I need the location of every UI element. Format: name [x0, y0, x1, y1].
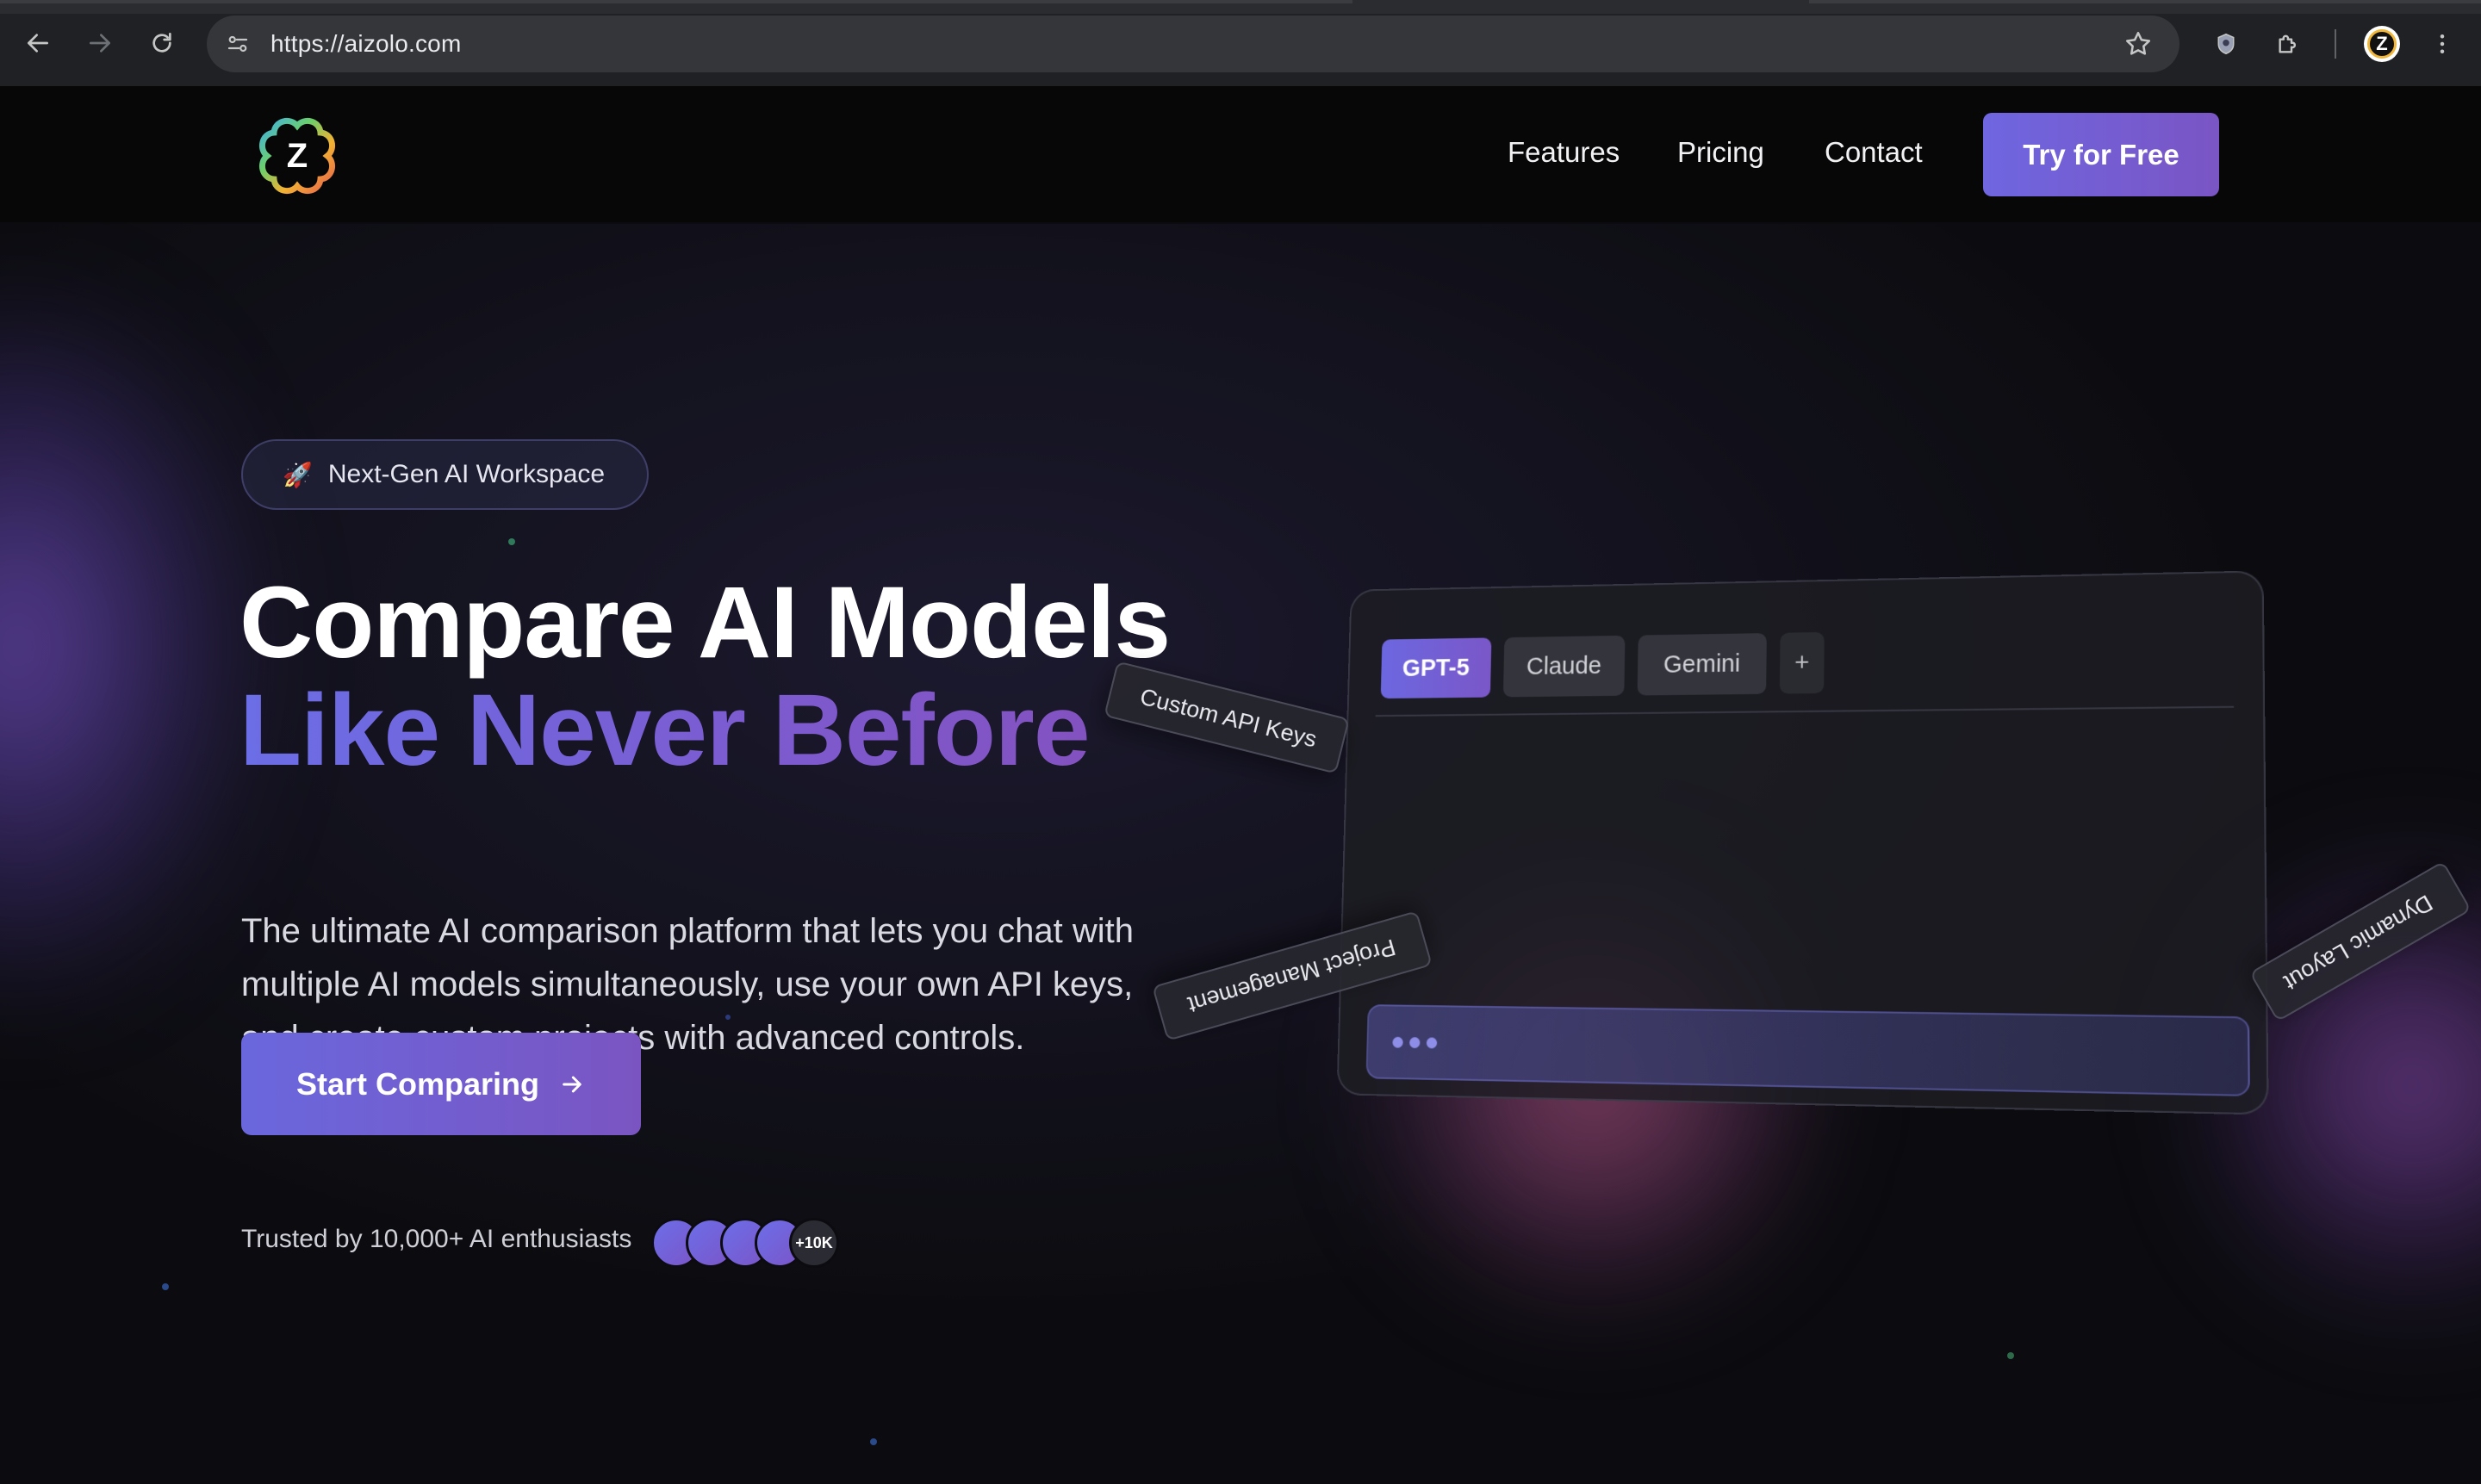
browser-menu-button[interactable] — [2429, 24, 2455, 64]
reload-icon — [152, 33, 171, 53]
sparkle — [508, 538, 515, 545]
add-tab-button[interactable]: + — [1779, 631, 1825, 694]
description-line: multiple AI models simultaneously, use y… — [241, 966, 1134, 1003]
chat-input-mock — [1365, 1004, 2250, 1097]
badge-text: Next-Gen AI Workspace — [327, 460, 606, 488]
more-vertical-icon — [2440, 34, 2445, 53]
profile-avatar[interactable]: Z — [2364, 26, 2400, 62]
start-comparing-button[interactable]: Start Comparing — [241, 1033, 641, 1135]
reload-button[interactable] — [145, 26, 179, 60]
trusted-text: Trusted by 10,000+ AI enthusiasts — [241, 1225, 632, 1253]
arrow-right-icon — [90, 34, 110, 53]
card-divider — [1375, 705, 2235, 717]
site-info-button[interactable] — [217, 23, 258, 65]
shield-icon — [2217, 33, 2235, 55]
nav-features[interactable]: Features — [1508, 136, 1620, 169]
hero-title-line2: Like Never Before — [239, 674, 1090, 787]
site-header: Z Features Pricing Contact Try for Free — [0, 86, 2481, 222]
logo-letter: Z — [287, 137, 308, 175]
aizolo-logo-icon[interactable]: Z — [258, 117, 336, 195]
hero-title-line1: Compare AI Models — [239, 566, 1171, 680]
sparkle — [162, 1283, 169, 1290]
start-comparing-label: Start Comparing — [295, 1065, 540, 1102]
address-bar[interactable]: https://aizolo.com — [207, 16, 2179, 72]
extensions-button[interactable] — [2271, 24, 2305, 64]
arrow-right-icon — [563, 1076, 581, 1092]
nav-pricing[interactable]: Pricing — [1677, 136, 1764, 169]
tab-gemini[interactable]: Gemini — [1637, 633, 1767, 696]
page: Z Features Pricing Contact Try for Free … — [0, 86, 2481, 1484]
profile-initial: Z — [2367, 29, 2397, 59]
rocket-icon: 🚀 — [283, 461, 313, 488]
tab-strip — [0, 0, 2481, 14]
toolbar-separator — [2335, 29, 2336, 59]
sparkle — [870, 1438, 877, 1445]
sparkle — [2007, 1352, 2014, 1359]
tab-strip-segment — [1809, 0, 2481, 3]
arrow-left-icon — [28, 34, 48, 53]
url-text[interactable]: https://aizolo.com — [270, 30, 461, 58]
tab-gpt5[interactable]: GPT-5 — [1380, 637, 1492, 699]
forward-button[interactable] — [83, 26, 117, 60]
bookmark-star-icon[interactable] — [2123, 28, 2154, 59]
typing-dots-icon — [1392, 1036, 1438, 1049]
description-line: The ultimate AI comparison platform that… — [241, 912, 1135, 950]
tab-claude[interactable]: Claude — [1502, 635, 1626, 698]
extension-shield-button[interactable] — [2209, 24, 2243, 64]
avatar-count-badge: +10K — [789, 1218, 839, 1268]
back-button[interactable] — [21, 26, 55, 60]
puzzle-icon — [2279, 34, 2296, 53]
avatar-stack: +10K — [651, 1218, 841, 1268]
chat-mockup-card: GPT-5 Claude Gemini + — [1336, 570, 2269, 1115]
hero-badge: 🚀 Next-Gen AI Workspace — [241, 439, 649, 510]
tab-strip-segment — [0, 0, 1352, 3]
try-for-free-button[interactable]: Try for Free — [1983, 113, 2219, 196]
tune-icon — [227, 35, 248, 53]
nav-contact[interactable]: Contact — [1825, 136, 1923, 169]
browser-chrome: https://aizolo.com Z — [0, 0, 2481, 86]
